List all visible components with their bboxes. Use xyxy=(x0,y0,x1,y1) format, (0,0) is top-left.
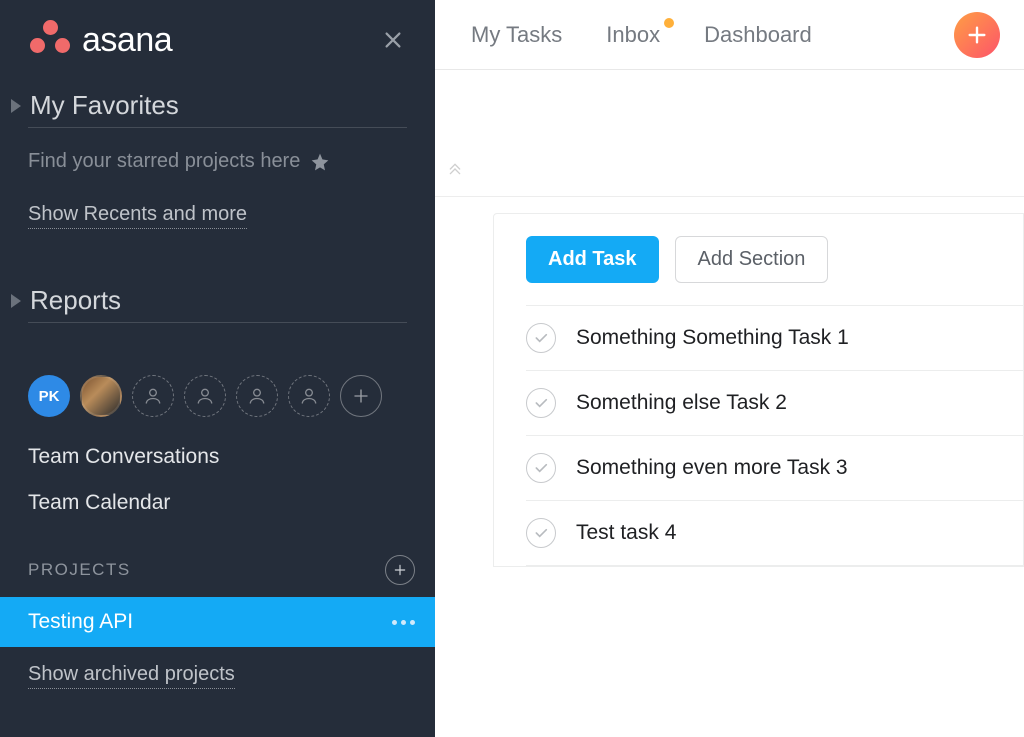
reports-section: Reports xyxy=(0,271,435,323)
close-sidebar-button[interactable] xyxy=(375,22,411,58)
add-task-button[interactable]: Add Task xyxy=(526,236,659,283)
show-archived-link[interactable]: Show archived projects xyxy=(28,663,235,689)
main: My Tasks Inbox Dashboard Add Task Add Se… xyxy=(435,0,1024,737)
avatar-empty-slot[interactable] xyxy=(236,375,278,417)
plus-icon xyxy=(352,387,370,405)
avatar-photo[interactable] xyxy=(80,375,122,417)
add-project-button[interactable] xyxy=(385,555,415,585)
task-title: Something even more Task 3 xyxy=(576,456,848,480)
top-nav: My Tasks Inbox Dashboard xyxy=(435,0,1024,70)
project-actions-button[interactable] xyxy=(392,620,415,625)
nav-inbox-label: Inbox xyxy=(606,22,660,47)
star-icon xyxy=(310,152,330,172)
sidebar-header: asana xyxy=(0,0,435,76)
nav-my-tasks[interactable]: My Tasks xyxy=(471,22,562,48)
add-member-button[interactable] xyxy=(340,375,382,417)
sidebar: asana My Favorites Find your starred pro… xyxy=(0,0,435,737)
content-area: Add Task Add Section Something Something… xyxy=(435,197,1024,567)
complete-task-checkbox[interactable] xyxy=(526,453,556,483)
projects-header: PROJECTS xyxy=(0,555,435,585)
favorites-header[interactable]: My Favorites xyxy=(28,82,407,128)
task-panel: Add Task Add Section Something Something… xyxy=(493,213,1024,567)
add-section-button[interactable]: Add Section xyxy=(675,236,829,283)
project-header-zone xyxy=(435,70,1024,197)
avatar-pk[interactable]: PK xyxy=(28,375,70,417)
projects-label: PROJECTS xyxy=(28,560,131,580)
reports-title: Reports xyxy=(30,285,121,316)
avatar-empty-slot[interactable] xyxy=(132,375,174,417)
reports-header[interactable]: Reports xyxy=(28,277,407,323)
plus-icon xyxy=(966,24,988,46)
notification-dot-icon xyxy=(664,18,674,28)
task-list: Something Something Task 1 Something els… xyxy=(494,305,1023,566)
check-icon xyxy=(533,460,549,476)
ellipsis-icon xyxy=(392,620,397,625)
task-title: Test task 4 xyxy=(576,521,676,545)
favorites-section: My Favorites Find your starred projects … xyxy=(0,76,435,229)
avatar-empty-slot[interactable] xyxy=(184,375,226,417)
complete-task-checkbox[interactable] xyxy=(526,323,556,353)
nav-dashboard[interactable]: Dashboard xyxy=(704,22,812,48)
project-name: Testing API xyxy=(28,610,133,634)
task-row[interactable]: Something even more Task 3 xyxy=(526,436,1023,501)
check-icon xyxy=(533,525,549,541)
chevron-right-icon xyxy=(10,294,22,308)
check-icon xyxy=(533,330,549,346)
nav-inbox[interactable]: Inbox xyxy=(606,22,660,48)
compose-button[interactable] xyxy=(954,12,1000,58)
team-calendar-link[interactable]: Team Calendar xyxy=(28,491,435,515)
panel-toolbar: Add Task Add Section xyxy=(494,214,1023,305)
task-row[interactable]: Something else Task 2 xyxy=(526,371,1023,436)
logo[interactable]: asana xyxy=(28,18,172,62)
task-title: Something Something Task 1 xyxy=(576,326,849,350)
plus-icon xyxy=(393,563,407,577)
favorites-title: My Favorites xyxy=(30,90,179,121)
favorites-hint: Find your starred projects here xyxy=(28,128,407,181)
show-recents-link[interactable]: Show Recents and more xyxy=(28,203,247,229)
project-item-active[interactable]: Testing API xyxy=(0,597,435,647)
complete-task-checkbox[interactable] xyxy=(526,388,556,418)
collapse-chevrons-icon[interactable] xyxy=(447,159,463,180)
projects-section: PROJECTS Testing API Show archived proje… xyxy=(0,555,435,689)
close-icon xyxy=(382,29,404,51)
check-icon xyxy=(533,395,549,411)
team-members: PK xyxy=(0,323,435,417)
avatar-empty-slot[interactable] xyxy=(288,375,330,417)
team-links: Team Conversations Team Calendar xyxy=(0,417,435,515)
logo-text: asana xyxy=(82,21,172,60)
complete-task-checkbox[interactable] xyxy=(526,518,556,548)
task-row[interactable]: Test task 4 xyxy=(526,501,1023,566)
team-conversations-link[interactable]: Team Conversations xyxy=(28,445,435,469)
chevron-right-icon xyxy=(10,99,22,113)
task-title: Something else Task 2 xyxy=(576,391,787,415)
favorites-hint-text: Find your starred projects here xyxy=(28,150,300,173)
task-row[interactable]: Something Something Task 1 xyxy=(526,305,1023,371)
asana-logo-icon xyxy=(28,18,72,62)
